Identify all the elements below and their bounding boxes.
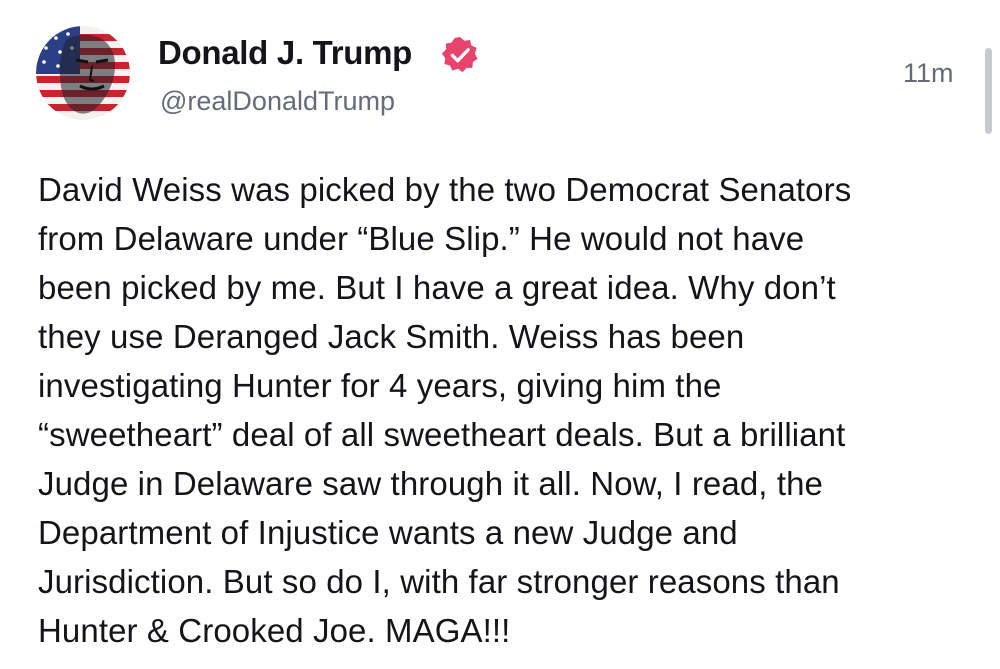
post-timestamp[interactable]: 11m — [903, 56, 954, 90]
post-body-text: David Weiss was picked by the two Democr… — [38, 171, 852, 649]
post-card: Donald J. Trump @realDonaldTrump 11m Dav… — [0, 0, 1000, 669]
avatar[interactable] — [36, 26, 130, 120]
display-name[interactable]: Donald J. Trump — [158, 33, 412, 73]
scrollbar[interactable] — [985, 48, 992, 134]
avatar-image — [36, 26, 130, 120]
verified-badge-icon — [441, 36, 478, 73]
user-handle[interactable]: @realDonaldTrump — [160, 84, 395, 118]
